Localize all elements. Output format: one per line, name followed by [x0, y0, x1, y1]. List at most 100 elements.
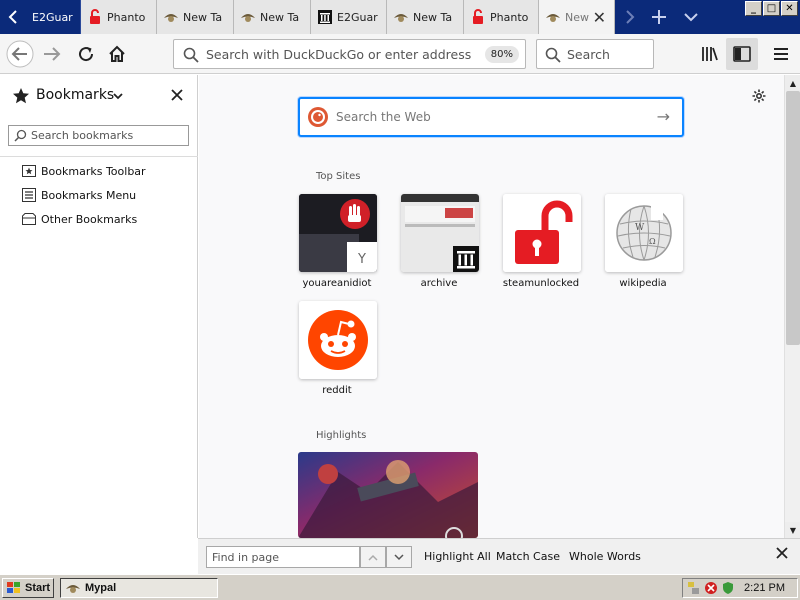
top-site-tile-wikipedia[interactable]: W Ω	[605, 194, 683, 272]
scroll-down-arrow-icon[interactable]: ▼	[785, 522, 800, 538]
tab-new-active[interactable]: New ✕	[539, 0, 615, 34]
search-go-arrow-icon[interactable]: →	[657, 107, 670, 126]
close-window-button[interactable]: ✕	[781, 1, 798, 16]
navigation-bar: Search with DuckDuckGo or enter address …	[0, 34, 800, 74]
wikipedia-globe-icon: W Ω	[605, 194, 683, 272]
search-icon	[14, 129, 27, 142]
chevron-down-icon	[684, 13, 698, 22]
lock-red-icon	[90, 9, 100, 24]
tab-phantom-1[interactable]: Phanto	[81, 0, 157, 34]
library-button[interactable]	[694, 38, 726, 70]
library-icon	[702, 47, 718, 61]
minimize-button[interactable]: _	[745, 1, 762, 16]
chevron-up-icon	[368, 554, 378, 561]
chevron-right-icon	[626, 10, 635, 24]
windows-taskbar: Start Mypal 2:21 PM	[0, 574, 800, 600]
bookmark-item-other[interactable]: Other Bookmarks	[22, 210, 137, 228]
tab-e2guardian-1[interactable]: E2Guar	[26, 0, 81, 34]
lock-red-icon	[473, 9, 483, 24]
tab-scroll-left-button[interactable]	[0, 0, 26, 34]
top-site-tile-reddit[interactable]	[299, 301, 377, 379]
zoom-level-badge[interactable]: 80%	[484, 46, 519, 63]
search-bar-placeholder: Search	[567, 47, 610, 62]
gear-icon[interactable]	[752, 89, 766, 103]
archive-building-icon	[318, 10, 332, 24]
tab-new-3[interactable]: New Ta	[387, 0, 464, 34]
menu-button[interactable]	[765, 38, 797, 70]
chevron-down-icon	[394, 553, 404, 560]
shield-tray-icon[interactable]	[721, 581, 735, 595]
new-tab-page: Search the Web → Top Sites Y youareanidi…	[199, 75, 784, 538]
duckduckgo-logo-icon	[308, 107, 328, 127]
start-label: Start	[25, 582, 51, 594]
highlight-card[interactable]	[298, 452, 478, 538]
archive-thumbnail	[401, 194, 479, 272]
url-bar-placeholder: Search with DuckDuckGo or enter address	[206, 47, 472, 62]
bookmark-item-label: Bookmarks Toolbar	[41, 164, 146, 178]
mypal-logo-icon	[546, 14, 560, 22]
chevron-down-icon[interactable]	[113, 92, 123, 100]
maximize-button[interactable]: □	[763, 1, 780, 16]
taskbar-item-mypal[interactable]: Mypal	[60, 578, 218, 598]
find-in-page-input[interactable]: Find in page	[206, 546, 360, 568]
tab-e2guardian-2[interactable]: E2Guar	[311, 0, 387, 34]
sidebar-icon	[733, 46, 751, 62]
svg-text:Y: Y	[357, 252, 366, 267]
all-tabs-button[interactable]	[676, 0, 706, 34]
match-case-toggle[interactable]: Match Case	[496, 550, 560, 563]
tab-label: Phanto	[107, 10, 146, 24]
bookmarks-sidebar: Bookmarks Search bookmarks Bookmarks Too…	[0, 75, 198, 538]
bookmark-item-label: Other Bookmarks	[41, 212, 138, 226]
tab-scroll-right-button[interactable]	[615, 0, 645, 34]
new-tab-button[interactable]	[644, 0, 674, 34]
find-next-button[interactable]	[386, 546, 412, 568]
close-tab-icon[interactable]: ✕	[593, 8, 606, 27]
scroll-up-arrow-icon[interactable]: ▲	[785, 75, 800, 91]
home-button[interactable]	[101, 38, 133, 70]
youareanidiot-thumbnail: Y	[299, 194, 377, 272]
top-site-tile-youareanidiot[interactable]: Y	[299, 194, 377, 272]
top-site-label: wikipedia	[619, 278, 667, 289]
close-sidebar-icon[interactable]	[171, 89, 183, 101]
back-button[interactable]	[4, 38, 36, 70]
find-previous-button[interactable]	[360, 546, 386, 568]
folder-icon	[22, 213, 36, 225]
tab-phantom-2[interactable]: Phanto	[464, 0, 539, 34]
reload-button[interactable]	[70, 38, 102, 70]
mypal-logo-icon	[394, 14, 408, 22]
close-find-bar-icon[interactable]	[776, 547, 788, 559]
top-sites-heading: Top Sites	[316, 171, 361, 182]
bookmark-item-menu[interactable]: Bookmarks Menu	[22, 186, 136, 204]
tab-new-1[interactable]: New Ta	[157, 0, 234, 34]
page-scrollbar[interactable]: ▲ ▼	[784, 75, 800, 538]
bookmark-item-toolbar[interactable]: Bookmarks Toolbar	[22, 162, 146, 180]
tab-new-2[interactable]: New Ta	[234, 0, 311, 34]
home-icon	[109, 45, 125, 62]
url-bar[interactable]: Search with DuckDuckGo or enter address …	[173, 39, 526, 69]
whole-words-toggle[interactable]: Whole Words	[569, 550, 641, 563]
search-icon	[545, 47, 561, 63]
tab-label: New	[565, 10, 589, 24]
top-site-tile-steamunlocked[interactable]	[503, 194, 581, 272]
search-bar[interactable]: Search	[536, 39, 654, 69]
security-alert-tray-icon[interactable]	[704, 581, 718, 595]
web-search-input[interactable]: Search the Web →	[298, 97, 684, 137]
sidebar-toggle-button[interactable]	[726, 38, 758, 70]
network-tray-icon[interactable]	[687, 581, 701, 595]
start-button[interactable]: Start	[2, 578, 54, 598]
mypal-logo-icon	[66, 585, 80, 593]
find-placeholder: Find in page	[212, 551, 280, 564]
top-site-tile-archive[interactable]	[401, 194, 479, 272]
highlight-thumbnail	[298, 452, 478, 538]
forward-button[interactable]	[36, 38, 68, 70]
scrollbar-thumb[interactable]	[786, 91, 800, 345]
open-padlock-icon	[503, 194, 581, 272]
star-icon	[13, 88, 29, 104]
tab-bar: E2Guar Phanto New Ta New Ta E2Guar New T…	[0, 0, 800, 34]
top-site-label: archive	[420, 278, 458, 289]
bookmark-search-input[interactable]: Search bookmarks	[8, 125, 189, 146]
top-site-label: steamunlocked	[502, 278, 580, 289]
highlight-all-toggle[interactable]: Highlight All	[424, 550, 491, 563]
sidebar-title[interactable]: Bookmarks	[36, 87, 114, 103]
window-controls: _ □ ✕	[745, 1, 798, 16]
